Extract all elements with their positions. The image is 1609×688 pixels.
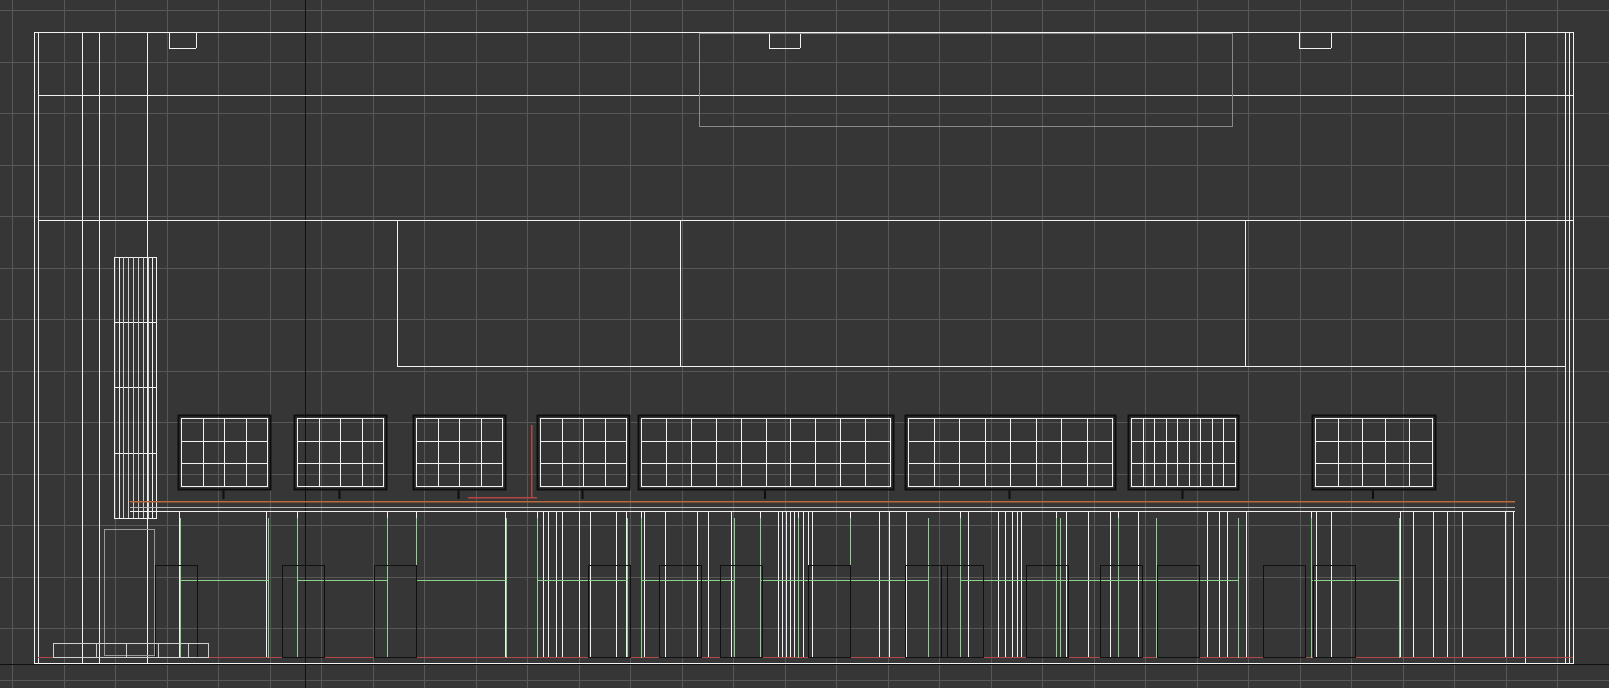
chair-outline [1025, 564, 1070, 659]
chair-outline [587, 564, 632, 659]
chair-outline [373, 564, 418, 659]
chair-outline [1099, 564, 1144, 659]
chair-outline [281, 564, 326, 659]
chair-outline [807, 564, 852, 659]
screen-grid-frame [1131, 418, 1236, 487]
roof-recess [699, 33, 1233, 127]
viewport-axes [0, 0, 1609, 688]
chair-outline [1312, 564, 1357, 659]
chair-outline [1156, 564, 1201, 659]
screen-bezel [1311, 414, 1437, 491]
viewport-front[interactable] [0, 0, 1609, 688]
wireframe-elevation-canvas[interactable] [0, 0, 1609, 688]
chair-outline [1262, 564, 1307, 659]
viewport-grid [0, 0, 1609, 688]
screen-grid-frame [1315, 418, 1433, 487]
chair-outline [719, 564, 764, 659]
building-wireframe [33, 31, 1575, 665]
